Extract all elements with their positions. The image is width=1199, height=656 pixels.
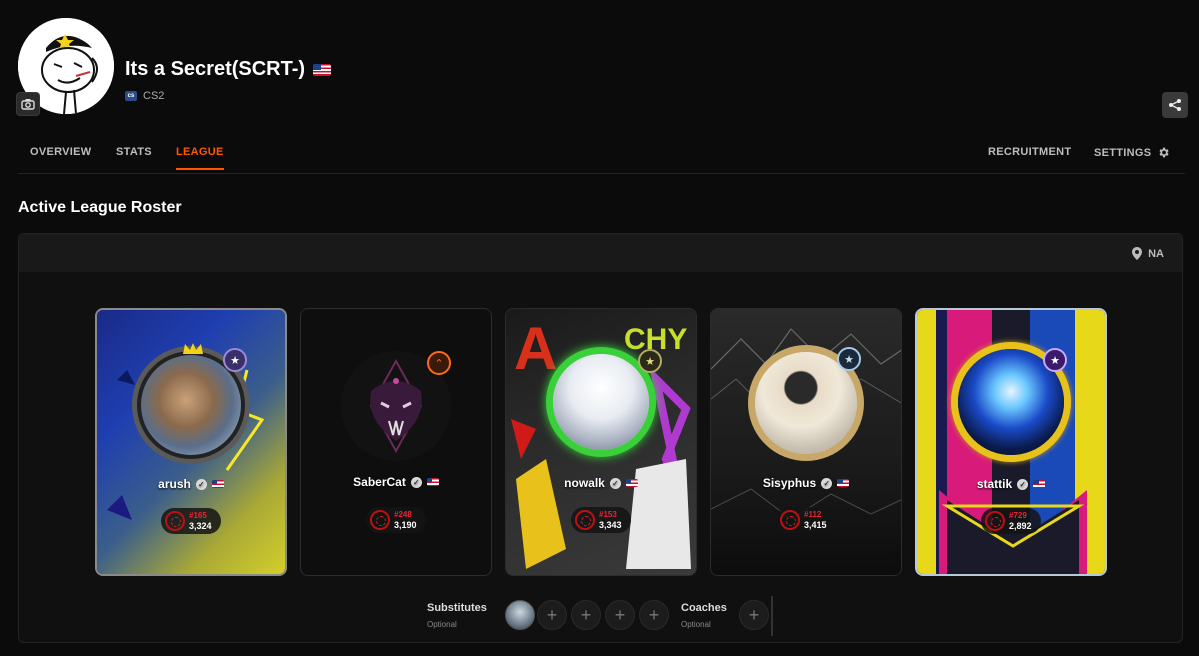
rank-position: #248	[394, 510, 412, 519]
share-icon	[1169, 99, 1181, 111]
region-label: NA	[1148, 247, 1164, 260]
substitute-slot-add[interactable]: +	[571, 600, 601, 630]
rank-elo: 3,324	[189, 521, 212, 531]
rank-pill: #112 3,415	[776, 507, 836, 533]
rank-elo: 3,343	[599, 520, 622, 530]
verified-icon: ✓	[195, 478, 207, 490]
rank-pill: #729 2,892	[981, 508, 1041, 534]
cs2-game-icon: cs	[125, 91, 137, 101]
team-name-text: Its a Secret(SCRT-)	[125, 58, 306, 80]
player-card-arush[interactable]: ★ arush ✓ #165 3,324	[95, 308, 287, 576]
rank-position: #165	[189, 511, 207, 520]
player-card-nowalk[interactable]: A CHY ★ nowalk ✓ #153 3,343	[505, 308, 697, 576]
tab-settings[interactable]: SETTINGS	[1094, 146, 1170, 159]
player-name-text: SaberCat	[353, 475, 406, 489]
rank-position: #729	[1009, 511, 1027, 520]
rank-elo: 3,190	[394, 520, 417, 530]
us-flag-icon	[426, 478, 439, 486]
tab-settings-label: SETTINGS	[1094, 146, 1152, 159]
crown-icon	[183, 343, 203, 354]
roster-panel: NA ★ arush ✓ #165 3,324 ⌃ SaberCat ✓ #24…	[18, 233, 1183, 643]
location-pin-icon	[1132, 247, 1143, 260]
substitute-slot-add[interactable]: +	[605, 600, 635, 630]
plus-icon: +	[648, 604, 660, 625]
player-name-text: Sisyphus	[762, 476, 817, 490]
player-name-text: stattik	[976, 477, 1013, 491]
tab-recruitment[interactable]: RECRUITMENT	[988, 146, 1071, 158]
verified-icon: ✓	[1017, 478, 1029, 490]
player-name: arush ✓	[97, 477, 285, 491]
rank-icon	[165, 511, 185, 531]
rank-position: #153	[599, 510, 617, 519]
coaches-label: Coaches	[681, 602, 727, 614]
us-flag-icon	[313, 63, 332, 76]
rank-position: #112	[804, 510, 822, 519]
substitute-slot-add[interactable]: +	[537, 600, 567, 630]
tab-stats[interactable]: STATS	[116, 146, 152, 158]
section-title: Active League Roster	[18, 199, 182, 216]
roster-topbar: NA	[19, 234, 1182, 272]
rank-icon	[985, 511, 1005, 531]
tab-league[interactable]: LEAGUE	[176, 146, 224, 170]
substitute-slot-add[interactable]: +	[639, 600, 669, 630]
player-name: SaberCat ✓	[301, 475, 491, 489]
substitutes-label: Substitutes	[427, 602, 487, 614]
level-badge-icon: ★	[1043, 348, 1067, 372]
rank-icon	[575, 510, 595, 530]
plus-icon: +	[748, 604, 760, 625]
camera-icon	[21, 99, 35, 110]
player-card-sisyphus[interactable]: ★ Sisyphus ✓ #112 3,415	[710, 308, 902, 576]
us-flag-icon	[1033, 480, 1046, 488]
us-flag-icon	[625, 479, 638, 487]
substitutes-sublabel: Optional	[427, 620, 457, 629]
rank-pill: #248 3,190	[366, 507, 426, 533]
coach-slot-add[interactable]: +	[739, 600, 769, 630]
level-badge-icon: ★	[837, 347, 861, 371]
plus-icon: +	[546, 604, 558, 625]
level-badge-icon: ★	[638, 349, 662, 373]
plus-icon: +	[580, 604, 592, 625]
team-header: Its a Secret(SCRT-) cs CS2	[16, 18, 1188, 118]
us-flag-icon	[837, 479, 850, 487]
player-name-text: arush	[158, 477, 191, 491]
team-name: Its a Secret(SCRT-)	[125, 58, 332, 81]
share-button[interactable]	[1162, 92, 1188, 118]
rank-icon	[370, 510, 390, 530]
coaches-sublabel: Optional	[681, 620, 711, 629]
team-game: cs CS2	[125, 90, 164, 102]
region-indicator: NA	[1132, 247, 1164, 260]
game-label: CS2	[143, 90, 165, 102]
svg-text:A: A	[514, 315, 557, 382]
player-name-text: nowalk	[564, 476, 605, 490]
plus-icon: +	[614, 604, 626, 625]
verified-icon: ✓	[821, 477, 833, 489]
substitute-slot-filled[interactable]	[505, 600, 535, 630]
level-badge-icon: ⌃	[427, 351, 451, 375]
rank-pill: #165 3,324	[161, 508, 221, 534]
rank-pill: #153 3,343	[571, 507, 631, 533]
rank-icon	[780, 510, 800, 530]
divider	[771, 596, 773, 636]
tab-overview[interactable]: OVERVIEW	[30, 146, 92, 158]
gear-icon	[1159, 147, 1170, 158]
team-tabs: OVERVIEW STATS LEAGUE RECRUITMENT SETTIN…	[18, 140, 1185, 174]
player-name: nowalk ✓	[506, 476, 696, 490]
player-name: Sisyphus ✓	[711, 476, 901, 490]
player-name: stattik ✓	[917, 477, 1105, 491]
level-badge-icon: ★	[223, 348, 247, 372]
player-card-stattik[interactable]: ★ stattik ✓ #729 2,892	[915, 308, 1107, 576]
verified-icon: ✓	[609, 477, 621, 489]
change-avatar-button[interactable]	[16, 92, 40, 116]
us-flag-icon	[211, 480, 224, 488]
player-card-sabercat[interactable]: ⌃ SaberCat ✓ #248 3,190	[300, 308, 492, 576]
rank-elo: 2,892	[1009, 521, 1032, 531]
verified-icon: ✓	[410, 476, 422, 488]
rank-elo: 3,415	[804, 520, 827, 530]
